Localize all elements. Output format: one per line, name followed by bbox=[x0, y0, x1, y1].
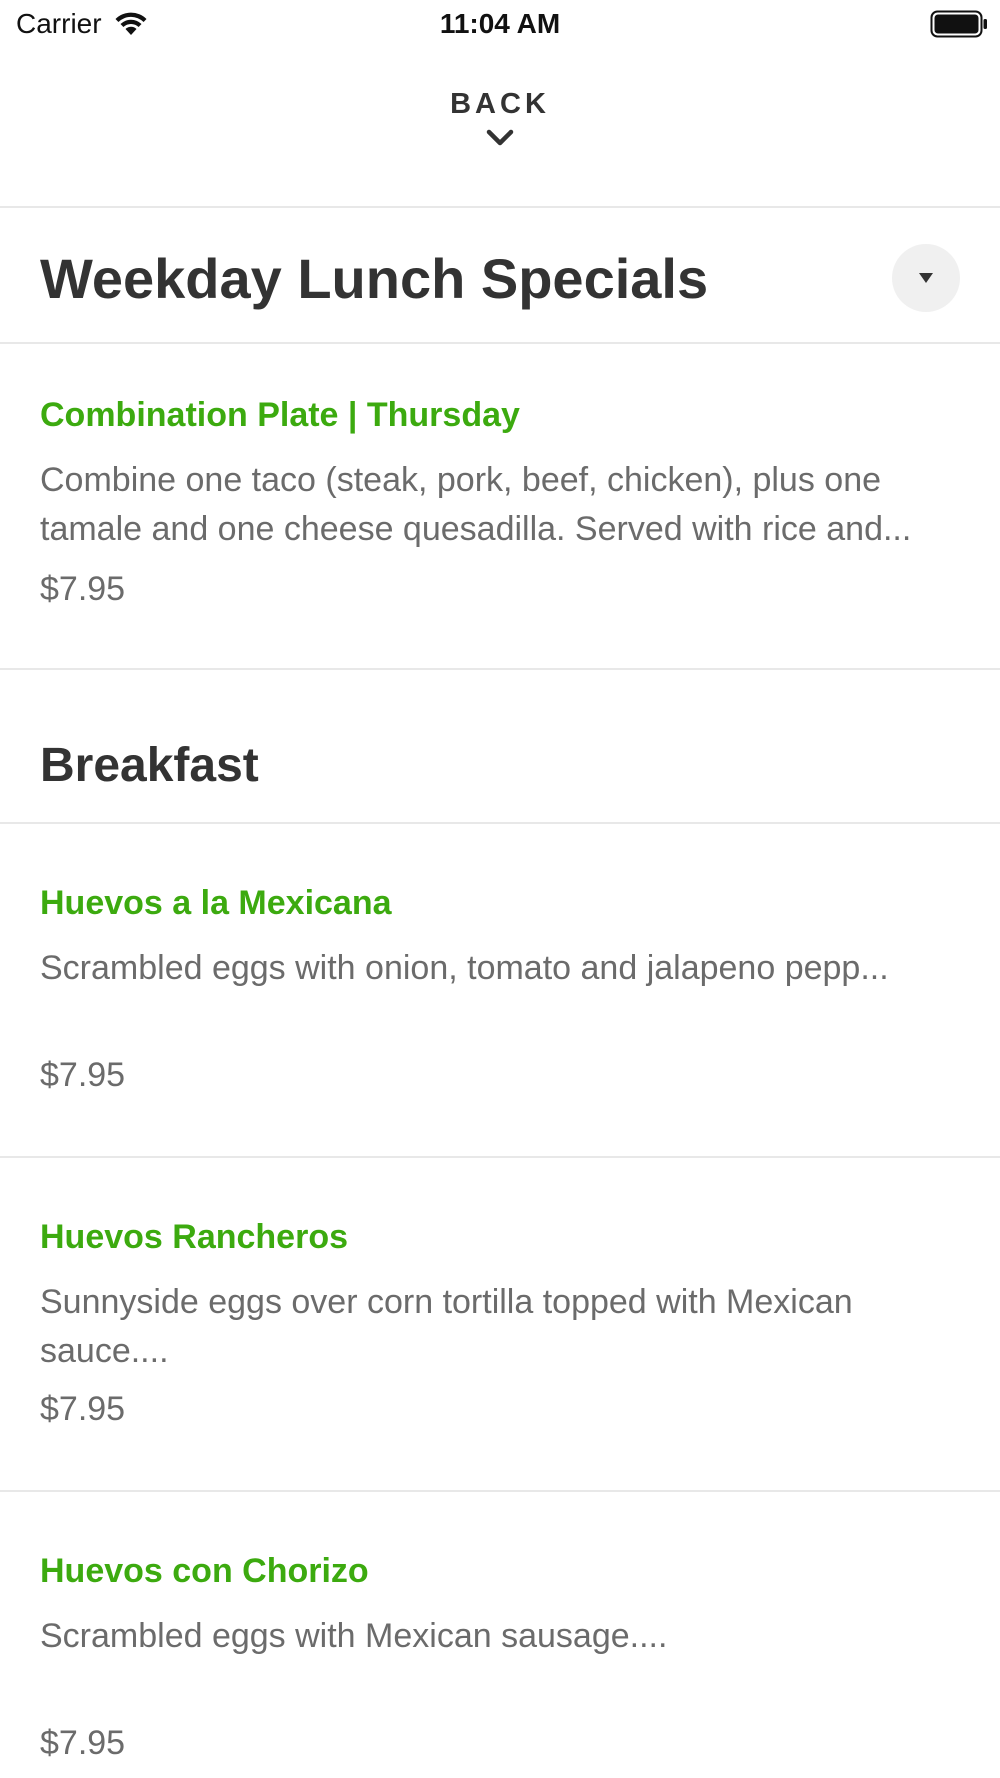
menu-item-price: $7.95 bbox=[40, 1724, 126, 1762]
category-title: Breakfast bbox=[40, 739, 259, 792]
menu-item-description: Scrambled eggs with onion, tomato and ja… bbox=[40, 949, 889, 987]
menu-item[interactable]: Huevos con Chorizo Scrambled eggs with M… bbox=[0, 1492, 1000, 1778]
menu-item-description: Scrambled eggs with Mexican sausage.... bbox=[40, 1617, 668, 1655]
menu-item-name: Huevos a la Mexicana bbox=[40, 884, 392, 922]
menu-item-description: Sunnyside eggs over corn tortilla topped… bbox=[40, 1283, 853, 1370]
menu-item-name: Huevos Rancheros bbox=[40, 1218, 348, 1256]
back-header: BACK bbox=[0, 52, 1000, 208]
back-label: BACK bbox=[450, 88, 550, 120]
menu-item-description: Combine one taco (steak, pork, beef, chi… bbox=[40, 461, 912, 548]
menu-item-price: $7.95 bbox=[40, 1390, 126, 1428]
status-bar: Carrier 11:04 AM bbox=[0, 0, 1000, 52]
menu-item-name: Combination Plate | Thursday bbox=[40, 396, 520, 434]
category-header-breakfast: Breakfast bbox=[0, 668, 1000, 824]
category-header-weekday-lunch-specials: Weekday Lunch Specials bbox=[0, 208, 1000, 344]
chevron-down-icon bbox=[486, 129, 514, 146]
menu-item-price: $7.95 bbox=[40, 1056, 126, 1094]
menu-item-name: Huevos con Chorizo bbox=[40, 1552, 369, 1590]
menu-item[interactable]: Huevos Rancheros Sunnyside eggs over cor… bbox=[0, 1158, 1000, 1492]
caret-down-icon bbox=[919, 273, 933, 283]
back-button[interactable]: BACK bbox=[400, 88, 600, 178]
status-time: 11:04 AM bbox=[439, 8, 561, 39]
collapse-category-button[interactable] bbox=[892, 244, 960, 312]
menu-item[interactable]: Combination Plate | Thursday Combine one… bbox=[0, 344, 1000, 668]
category-title: Weekday Lunch Specials bbox=[40, 247, 709, 310]
menu-item[interactable]: Huevos a la Mexicana Scrambled eggs with… bbox=[0, 824, 1000, 1158]
battery-icon bbox=[930, 10, 987, 38]
menu-item-price: $7.95 bbox=[40, 570, 126, 608]
